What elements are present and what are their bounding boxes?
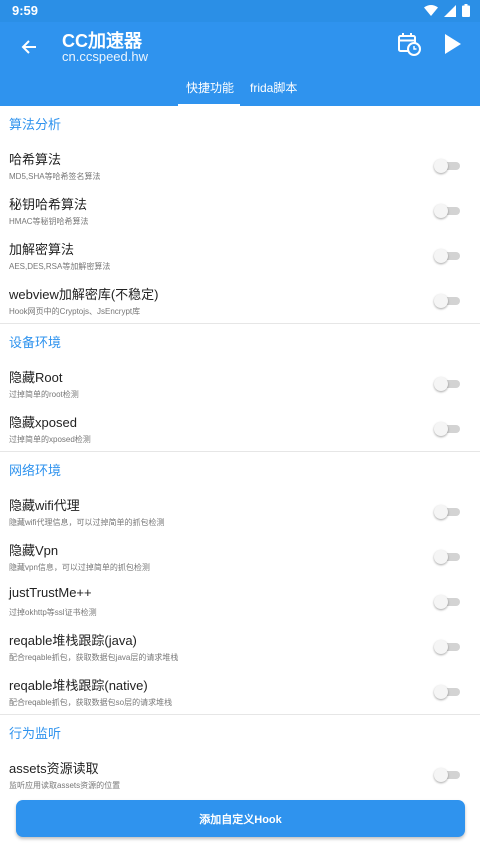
status-bar: 9:59: [0, 0, 480, 22]
toggle-switch[interactable]: [434, 595, 460, 609]
tab-bar: 快捷功能 frida脚本: [0, 72, 480, 106]
schedule-button[interactable]: [395, 30, 423, 58]
item-title: 哈希算法: [9, 152, 62, 167]
toggle-switch[interactable]: [434, 640, 460, 654]
battery-icon: [462, 4, 470, 17]
section-device-environment: 设备环境 隐藏Root 过掉简单的root检测 隐藏xposed 过掉简单的xp…: [0, 324, 480, 452]
toggle-switch[interactable]: [434, 377, 460, 391]
item-description: 配合reqable抓包，获取数据包java层的请求堆栈: [9, 653, 179, 662]
item-title: webview加解密库(不稳定): [9, 287, 159, 302]
list-item-reqable-native[interactable]: reqable堆栈跟踪(native) 配合reqable抓包，获取数据包so层…: [0, 669, 480, 714]
item-description: 监听应用读取assets资源的位置: [9, 781, 121, 790]
switch-thumb: [434, 377, 448, 391]
item-description: HMAC等秘钥哈希算法: [9, 217, 89, 226]
toggle-switch[interactable]: [434, 505, 460, 519]
item-description: MD5,SHA等哈希签名算法: [9, 172, 101, 181]
switch-thumb: [434, 550, 448, 564]
list-item-hide-root[interactable]: 隐藏Root 过掉简单的root检测: [0, 361, 480, 406]
list-item-webview-crypto[interactable]: webview加解密库(不稳定) Hook网页中的Cryptojs、JsEncr…: [0, 278, 480, 323]
cellular-icon: [444, 4, 456, 17]
section-title: 网络环境: [9, 463, 62, 478]
toggle-switch[interactable]: [434, 294, 460, 308]
run-button[interactable]: [438, 30, 466, 58]
item-description: Hook网页中的Cryptojs、JsEncrypt库: [9, 307, 141, 316]
calendar-clock-icon: [398, 33, 421, 56]
list-item-reqable-java[interactable]: reqable堆栈跟踪(java) 配合reqable抓包，获取数据包java层…: [0, 624, 480, 669]
app-package-name: cn.ccspeed.hw: [62, 49, 148, 64]
switch-thumb: [434, 204, 448, 218]
app-bar: CC加速器 cn.ccspeed.hw 快捷功能 frida脚本: [0, 22, 480, 106]
list-item-crypto-algorithm[interactable]: 加解密算法 AES,DES,RSA等加解密算法: [0, 233, 480, 278]
switch-thumb: [434, 768, 448, 782]
toggle-switch[interactable]: [434, 159, 460, 173]
tab-quick-functions[interactable]: 快捷功能: [186, 79, 234, 96]
toggle-switch[interactable]: [434, 550, 460, 564]
switch-thumb: [434, 159, 448, 173]
section-title: 行为监听: [9, 726, 62, 741]
item-title: 隐藏wifi代理: [9, 498, 80, 513]
status-time: 9:59: [12, 3, 39, 18]
item-title: 隐藏Vpn: [9, 543, 59, 558]
list-item-hide-wifi-proxy[interactable]: 隐藏wifi代理 隐藏wifi代理信息，可以过掉简单的抓包检测: [0, 489, 480, 534]
arrow-left-icon: [21, 40, 36, 54]
list-item-hide-xposed[interactable]: 隐藏xposed 过掉简单的xposed检测: [0, 406, 480, 451]
section-network-environment: 网络环境 隐藏wifi代理 隐藏wifi代理信息，可以过掉简单的抓包检测 隐藏V…: [0, 452, 480, 715]
toggle-switch[interactable]: [434, 204, 460, 218]
back-button[interactable]: [14, 32, 44, 62]
item-description: 过掉okhttp等ssl证书检测: [9, 608, 97, 617]
section-title: 设备环境: [9, 335, 62, 350]
list-item-hmac-algorithm[interactable]: 秘钥哈希算法 HMAC等秘钥哈希算法: [0, 188, 480, 233]
item-description: 隐藏wifi代理信息，可以过掉简单的抓包检测: [9, 518, 165, 527]
play-icon: [445, 34, 461, 54]
switch-thumb: [434, 685, 448, 699]
list-item-hide-vpn[interactable]: 隐藏Vpn 隐藏vpn信息，可以过掉简单的抓包检测: [0, 534, 480, 579]
item-description: 配合reqable抓包，获取数据包so层的请求堆栈: [9, 698, 173, 707]
list-item-hash-algorithm[interactable]: 哈希算法 MD5,SHA等哈希签名算法: [0, 143, 480, 188]
section-algorithm-analysis: 算法分析 哈希算法 MD5,SHA等哈希签名算法 秘钥哈希算法 HMAC等秘钥哈…: [0, 106, 480, 324]
toggle-switch[interactable]: [434, 768, 460, 782]
switch-thumb: [434, 294, 448, 308]
toggle-switch[interactable]: [434, 685, 460, 699]
switch-thumb: [434, 640, 448, 654]
list-item-justtrustme[interactable]: justTrustMe++ 过掉okhttp等ssl证书检测: [0, 579, 480, 624]
toggle-switch[interactable]: [434, 249, 460, 263]
item-description: 过掉简单的root检测: [9, 390, 79, 399]
item-title: 加解密算法: [9, 242, 75, 257]
switch-thumb: [434, 595, 448, 609]
item-title: reqable堆栈跟踪(java): [9, 633, 137, 648]
bottom-bar: 添加自定义Hook: [0, 796, 480, 853]
add-custom-hook-button[interactable]: 添加自定义Hook: [16, 800, 465, 837]
item-title: justTrustMe++: [9, 585, 92, 600]
switch-thumb: [434, 505, 448, 519]
item-description: AES,DES,RSA等加解密算法: [9, 262, 111, 271]
wifi-icon: [424, 4, 438, 16]
section-title: 算法分析: [9, 117, 62, 132]
item-title: assets资源读取: [9, 761, 99, 776]
settings-list[interactable]: 算法分析 哈希算法 MD5,SHA等哈希签名算法 秘钥哈希算法 HMAC等秘钥哈…: [0, 106, 480, 796]
status-icons: [424, 4, 470, 17]
switch-thumb: [434, 249, 448, 263]
item-title: 秘钥哈希算法: [9, 197, 88, 212]
section-behavior-monitoring: 行为监听 assets资源读取 监听应用读取assets资源的位置: [0, 715, 480, 796]
item-title: reqable堆栈跟踪(native): [9, 678, 148, 693]
item-description: 隐藏vpn信息，可以过掉简单的抓包检测: [9, 563, 150, 572]
item-title: 隐藏Root: [9, 370, 63, 385]
item-description: 过掉简单的xposed检测: [9, 435, 91, 444]
tab-frida-scripts[interactable]: frida脚本: [250, 79, 297, 96]
item-title: 隐藏xposed: [9, 415, 77, 430]
toggle-switch[interactable]: [434, 422, 460, 436]
switch-thumb: [434, 422, 448, 436]
list-item-assets-read[interactable]: assets资源读取 监听应用读取assets资源的位置: [0, 752, 480, 796]
